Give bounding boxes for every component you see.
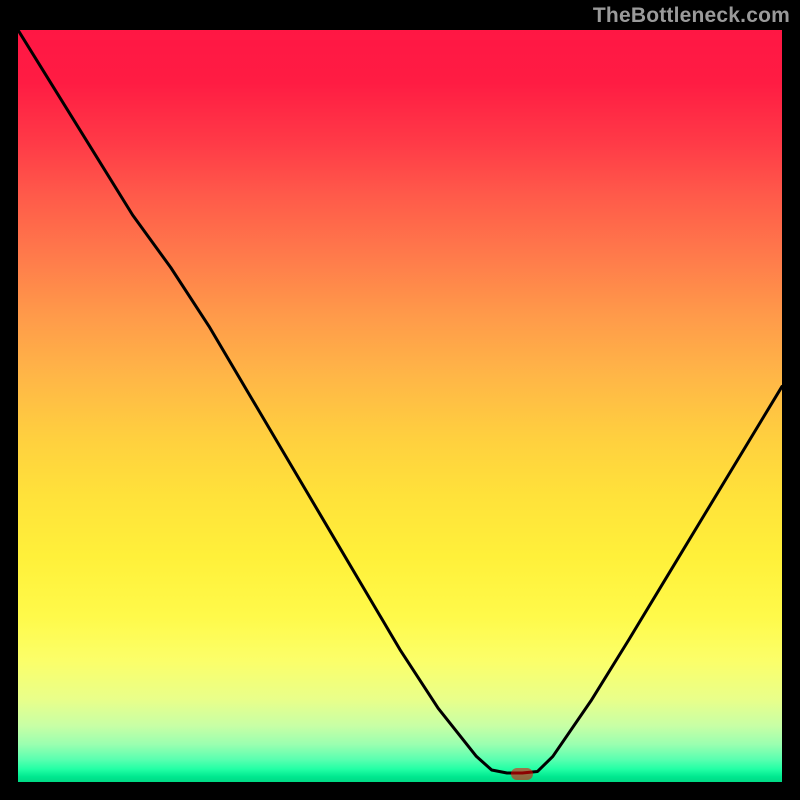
chart-plot-area: [18, 30, 782, 782]
chart-frame: TheBottleneck.com: [0, 0, 800, 800]
chart-svg: [18, 30, 782, 782]
watermark-text: TheBottleneck.com: [593, 4, 790, 28]
chart-curve: [18, 30, 782, 773]
